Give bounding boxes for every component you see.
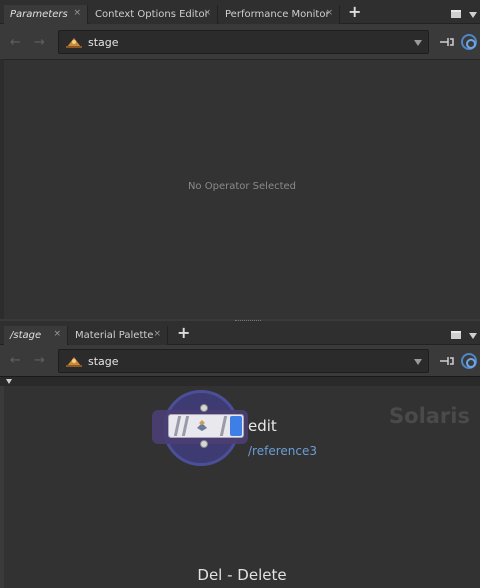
add-tab-button[interactable]: + [177, 325, 190, 341]
collapse-triangle-icon[interactable] [6, 379, 12, 384]
stage-icon [65, 354, 83, 368]
network-editor[interactable]: Solaris edit /reference3 Del - Delete [4, 386, 480, 588]
tab-parameters[interactable]: Parameters × [4, 5, 88, 24]
target-icon[interactable] [461, 34, 477, 50]
top-toolbar: ← → stage [0, 25, 480, 59]
shortcut-hint: Del - Delete [197, 566, 287, 584]
parameters-panel: No Operator Selected [4, 59, 480, 319]
path-text: stage [88, 35, 119, 49]
pane-window-icon[interactable] [451, 10, 461, 18]
tab-performance-monitor[interactable]: Performance Monitor × [219, 5, 340, 24]
node-input-connector[interactable] [200, 404, 208, 412]
close-icon[interactable]: × [153, 329, 161, 339]
close-icon[interactable]: × [53, 329, 61, 339]
path-text: stage [88, 354, 119, 368]
tab-material-palette[interactable]: Material Palette × [69, 326, 168, 345]
target-icon[interactable] [461, 353, 477, 369]
close-icon[interactable]: × [325, 8, 333, 18]
tab-label: Material Palette [75, 330, 154, 341]
bottom-tab-bar: /stage × Material Palette × + [0, 321, 480, 345]
top-tab-bar: Parameters × Context Options Editor × Pe… [0, 0, 480, 24]
chevron-down-icon[interactable] [414, 359, 422, 365]
pane-window-icon[interactable] [451, 331, 461, 339]
bottom-toolbar: ← → stage [0, 345, 480, 376]
tab-label: Parameters [10, 9, 68, 20]
edit-node-icon [195, 419, 209, 436]
node-path: /reference3 [248, 444, 317, 458]
network-header-bar[interactable] [0, 376, 480, 386]
path-field[interactable]: stage [58, 349, 429, 373]
tab-label: Context Options Editor [95, 9, 209, 20]
forward-arrow-icon[interactable]: → [34, 353, 45, 368]
empty-message: No Operator Selected [187, 181, 297, 192]
node-output-connector[interactable] [200, 440, 208, 448]
tab-label: /stage [10, 330, 42, 341]
tab-context-options-editor[interactable]: Context Options Editor × [89, 5, 218, 24]
close-icon[interactable]: × [73, 8, 81, 18]
pane-menu-icon[interactable] [469, 12, 477, 18]
add-tab-button[interactable]: + [348, 4, 361, 20]
node-name[interactable]: edit [248, 417, 277, 435]
display-flag[interactable] [230, 416, 242, 436]
pin-icon[interactable] [440, 356, 454, 366]
path-field[interactable]: stage [58, 30, 429, 54]
pane-menu-icon[interactable] [469, 333, 477, 339]
context-watermark: Solaris [389, 404, 470, 428]
chevron-down-icon[interactable] [414, 40, 422, 46]
close-icon[interactable]: × [203, 8, 211, 18]
back-arrow-icon[interactable]: ← [10, 35, 21, 50]
tab-label: Performance Monitor [225, 9, 330, 20]
pin-icon[interactable] [440, 37, 454, 47]
stage-icon [65, 35, 83, 49]
back-arrow-icon[interactable]: ← [10, 353, 21, 368]
tab-stage[interactable]: /stage × [4, 326, 68, 345]
forward-arrow-icon[interactable]: → [34, 35, 45, 50]
